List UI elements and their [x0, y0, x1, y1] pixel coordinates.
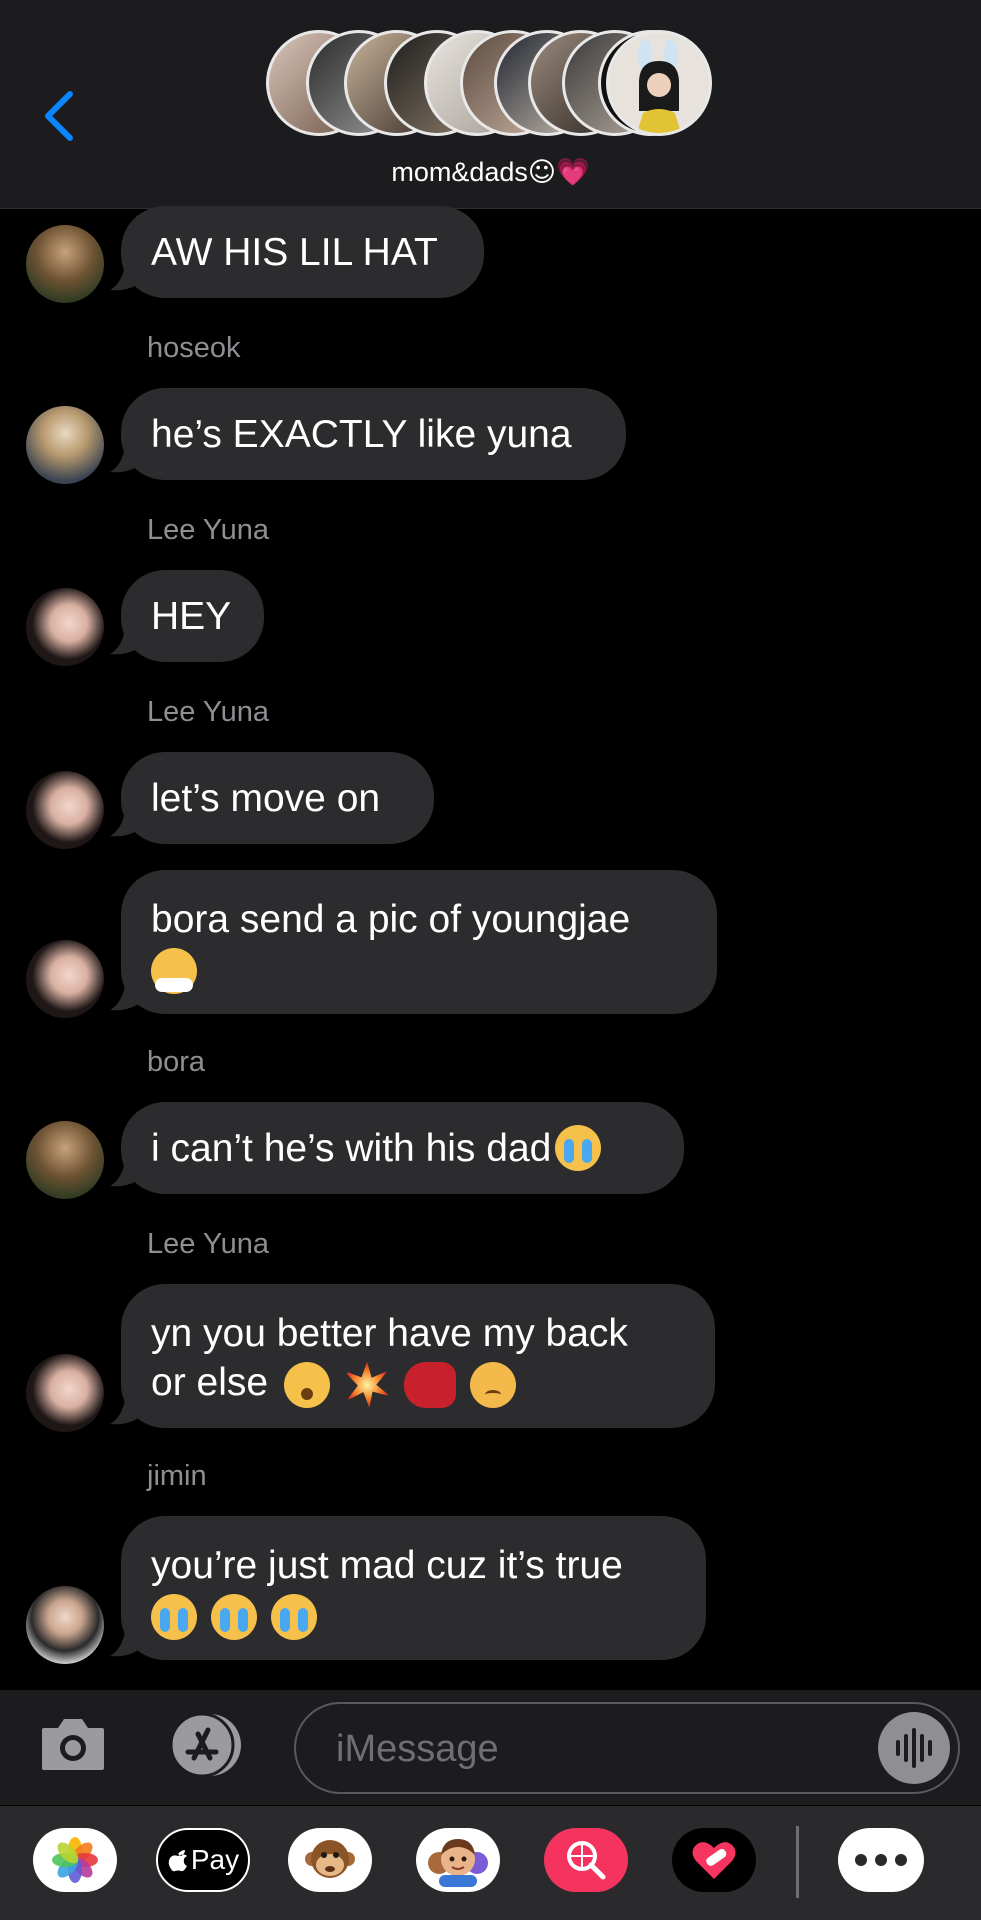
- sender-avatar-jimin[interactable]: [26, 1586, 104, 1664]
- sender-name: Lee Yuna: [147, 514, 270, 546]
- apple-pay-button[interactable]: Pay: [156, 1828, 250, 1892]
- animoji-button[interactable]: [288, 1828, 372, 1892]
- loudly-crying-face-emoji: [271, 1593, 317, 1640]
- group-member-avatar: [606, 30, 712, 136]
- sender-name: Lee Yuna: [147, 696, 270, 728]
- message-bubble[interactable]: i can’t he’s with his dad: [121, 1102, 684, 1194]
- loudly-crying-face-emoji: [555, 1125, 602, 1171]
- chevron-left-icon: [45, 91, 73, 141]
- image-search-button[interactable]: [544, 1828, 628, 1892]
- message-input[interactable]: [334, 1722, 858, 1776]
- app-store-button[interactable]: [166, 1712, 246, 1778]
- group-avatar-stack[interactable]: [266, 30, 716, 142]
- photos-app-icon: [52, 1837, 98, 1883]
- back-button[interactable]: [40, 86, 80, 146]
- loudly-crying-face-emoji: [151, 1593, 197, 1640]
- sender-name: Lee Yuna: [147, 1228, 270, 1260]
- more-apps-icon: [855, 1854, 907, 1866]
- sender-avatar-lee-yuna[interactable]: [26, 771, 104, 849]
- message-bubble[interactable]: he’s EXACTLY like yuna: [121, 388, 626, 480]
- sender-name: hoseok: [147, 332, 241, 364]
- group-name-text: mom&dads: [391, 157, 528, 187]
- memoji-button[interactable]: [416, 1828, 500, 1892]
- app-store-icon: [169, 1712, 241, 1778]
- worried-face-emoji: [284, 1361, 331, 1408]
- message-bubble[interactable]: let’s move on: [121, 752, 434, 844]
- message-bubble[interactable]: bora send a pic of youngjae: [121, 870, 717, 1014]
- photos-app-button[interactable]: [33, 1828, 117, 1892]
- message-text-line-1: yn you better have my back: [151, 1312, 628, 1355]
- drawer-divider: [796, 1826, 799, 1898]
- waveform-icon: [896, 1728, 932, 1768]
- sender-avatar-lee-yuna[interactable]: [26, 588, 104, 666]
- message-text: AW HIS LIL HAT: [151, 230, 438, 274]
- camera-button[interactable]: [38, 1710, 108, 1776]
- message-bubble[interactable]: AW HIS LIL HAT: [121, 206, 484, 298]
- huffing-face-emoji: [151, 947, 197, 994]
- sender-avatar-hoseok[interactable]: [26, 406, 104, 484]
- message-text: HEY: [151, 594, 232, 638]
- more-apps-button[interactable]: [838, 1828, 924, 1892]
- monkey-animoji-icon: [305, 1840, 355, 1878]
- boxing-glove-emoji: [404, 1361, 457, 1408]
- apple-pay-icon: [168, 1850, 187, 1872]
- message-field[interactable]: [294, 1702, 960, 1794]
- message-text: he’s EXACTLY like yuna: [151, 412, 572, 456]
- message-text: bora send a pic of youngjae: [151, 898, 631, 941]
- sender-name: jimin: [147, 1460, 207, 1492]
- loudly-crying-face-emoji: [211, 1593, 257, 1640]
- angry-face-emoji: [470, 1361, 517, 1408]
- camera-icon: [42, 1719, 104, 1770]
- message-bubble[interactable]: yn you better have my back or else: [121, 1284, 715, 1428]
- collision-emoji: [344, 1361, 391, 1408]
- message-text: you’re just mad cuz it’s true: [151, 1544, 623, 1587]
- digital-touch-button[interactable]: [672, 1828, 756, 1892]
- web-image-search-icon: [567, 1841, 606, 1880]
- group-name-emojis: ☺💗: [527, 157, 590, 188]
- compose-bar: [0, 1690, 981, 1805]
- conversation-header: mom&dads☺💗: [0, 0, 981, 209]
- message-bubble[interactable]: HEY: [121, 570, 264, 662]
- message-bubble[interactable]: you’re just mad cuz it’s true: [121, 1516, 706, 1660]
- memoji-icon: [428, 1839, 488, 1887]
- sender-name: bora: [147, 1046, 206, 1078]
- sender-avatar-bora[interactable]: [26, 225, 104, 303]
- app-drawer: Pay: [0, 1806, 981, 1920]
- sender-avatar-lee-yuna[interactable]: [26, 940, 104, 1018]
- message-text: let’s move on: [151, 776, 381, 820]
- sender-avatar-lee-yuna[interactable]: [26, 1354, 104, 1432]
- audio-message-button[interactable]: [878, 1712, 950, 1784]
- message-text-line-2: or else: [151, 1361, 269, 1404]
- message-text: i can’t he’s with his dad: [151, 1126, 552, 1170]
- group-name[interactable]: mom&dads☺💗: [0, 156, 981, 188]
- sender-avatar-bora[interactable]: [26, 1121, 104, 1199]
- digital-touch-heart-icon: [692, 1842, 736, 1879]
- apple-pay-label: Pay: [190, 1844, 240, 1875]
